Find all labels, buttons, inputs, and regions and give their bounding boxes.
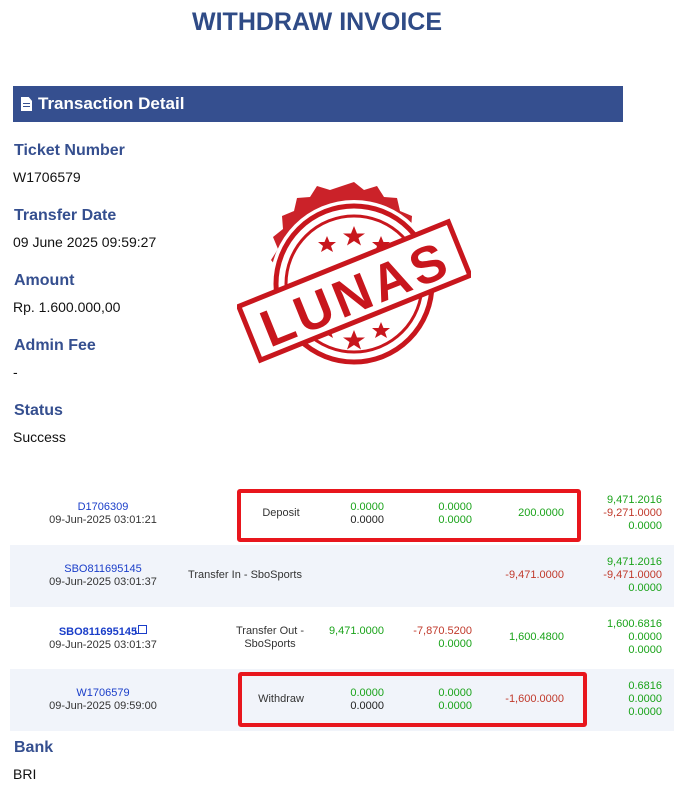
balance-col: 9,471.2016 -9,271.0000 0.0000 xyxy=(603,494,662,532)
transaction-date: 09-Jun-2025 09:59:00 xyxy=(49,700,157,712)
transaction-ref: SBO811695145 09-Jun-2025 03:01:37 xyxy=(28,625,178,652)
balance-col: 0.6816 0.0000 0.0000 xyxy=(628,680,662,718)
transaction-id-link[interactable]: SBO811695145 xyxy=(28,625,178,639)
balance-col: 9,471.2016 -9,471.0000 0.0000 xyxy=(603,556,662,594)
status-value: Success xyxy=(13,429,66,445)
table-row: SBO811695145 09-Jun-2025 03:01:37 Transf… xyxy=(10,545,674,607)
bank-value: BRI xyxy=(13,766,37,782)
amount-col3: -9,471.0000 xyxy=(505,569,564,581)
transaction-id-link[interactable]: D1706309 xyxy=(28,501,178,514)
transaction-date: 09-Jun-2025 03:01:37 xyxy=(49,639,157,651)
status-label: Status xyxy=(14,402,63,419)
section-label: Transaction Detail xyxy=(38,94,185,113)
lunas-stamp: LUNAS xyxy=(237,182,471,368)
transfer-date-value: 09 June 2025 09:59:27 xyxy=(13,234,157,250)
copy-icon[interactable] xyxy=(135,625,148,634)
transaction-id-link[interactable]: W1706579 xyxy=(28,687,178,700)
transaction-ref: D1706309 09-Jun-2025 03:01:21 xyxy=(28,501,178,527)
balance-col: 1,600.6816 0.0000 0.0000 xyxy=(606,618,662,656)
highlight-box-withdraw xyxy=(238,672,587,727)
amount-label: Amount xyxy=(14,272,75,289)
transaction-type: Transfer In - SboSports xyxy=(188,569,302,581)
transfer-date-label: Transfer Date xyxy=(14,207,117,224)
amount-col1: 9,471.0000 xyxy=(328,625,384,637)
transaction-id-link[interactable]: SBO811695145 xyxy=(28,563,178,576)
transaction-ref: SBO811695145 09-Jun-2025 03:01:37 xyxy=(28,563,178,589)
admin-fee-value: - xyxy=(13,364,18,380)
highlight-box-deposit xyxy=(237,489,581,542)
transaction-date: 09-Jun-2025 03:01:37 xyxy=(49,576,157,588)
transaction-date: 09-Jun-2025 03:01:21 xyxy=(49,514,157,526)
ticket-number-label: Ticket Number xyxy=(14,142,125,159)
admin-fee-label: Admin Fee xyxy=(14,337,96,354)
amount-col2: -7,870.5200 0.0000 xyxy=(413,625,472,650)
bank-label: Bank xyxy=(14,739,54,756)
transaction-type: Transfer Out - SboSports xyxy=(235,625,305,650)
amount-col3: 1,600.4800 xyxy=(508,631,564,643)
amount-value: Rp. 1.600.000,00 xyxy=(13,299,121,315)
ticket-number-value: W1706579 xyxy=(13,169,81,185)
transaction-detail-header: Transaction Detail xyxy=(13,86,623,122)
table-row: SBO811695145 09-Jun-2025 03:01:37 Transf… xyxy=(10,607,674,669)
transaction-ref: W1706579 09-Jun-2025 09:59:00 xyxy=(28,687,178,713)
invoice-title: WITHDRAW INVOICE xyxy=(192,8,442,36)
document-icon xyxy=(21,97,32,111)
